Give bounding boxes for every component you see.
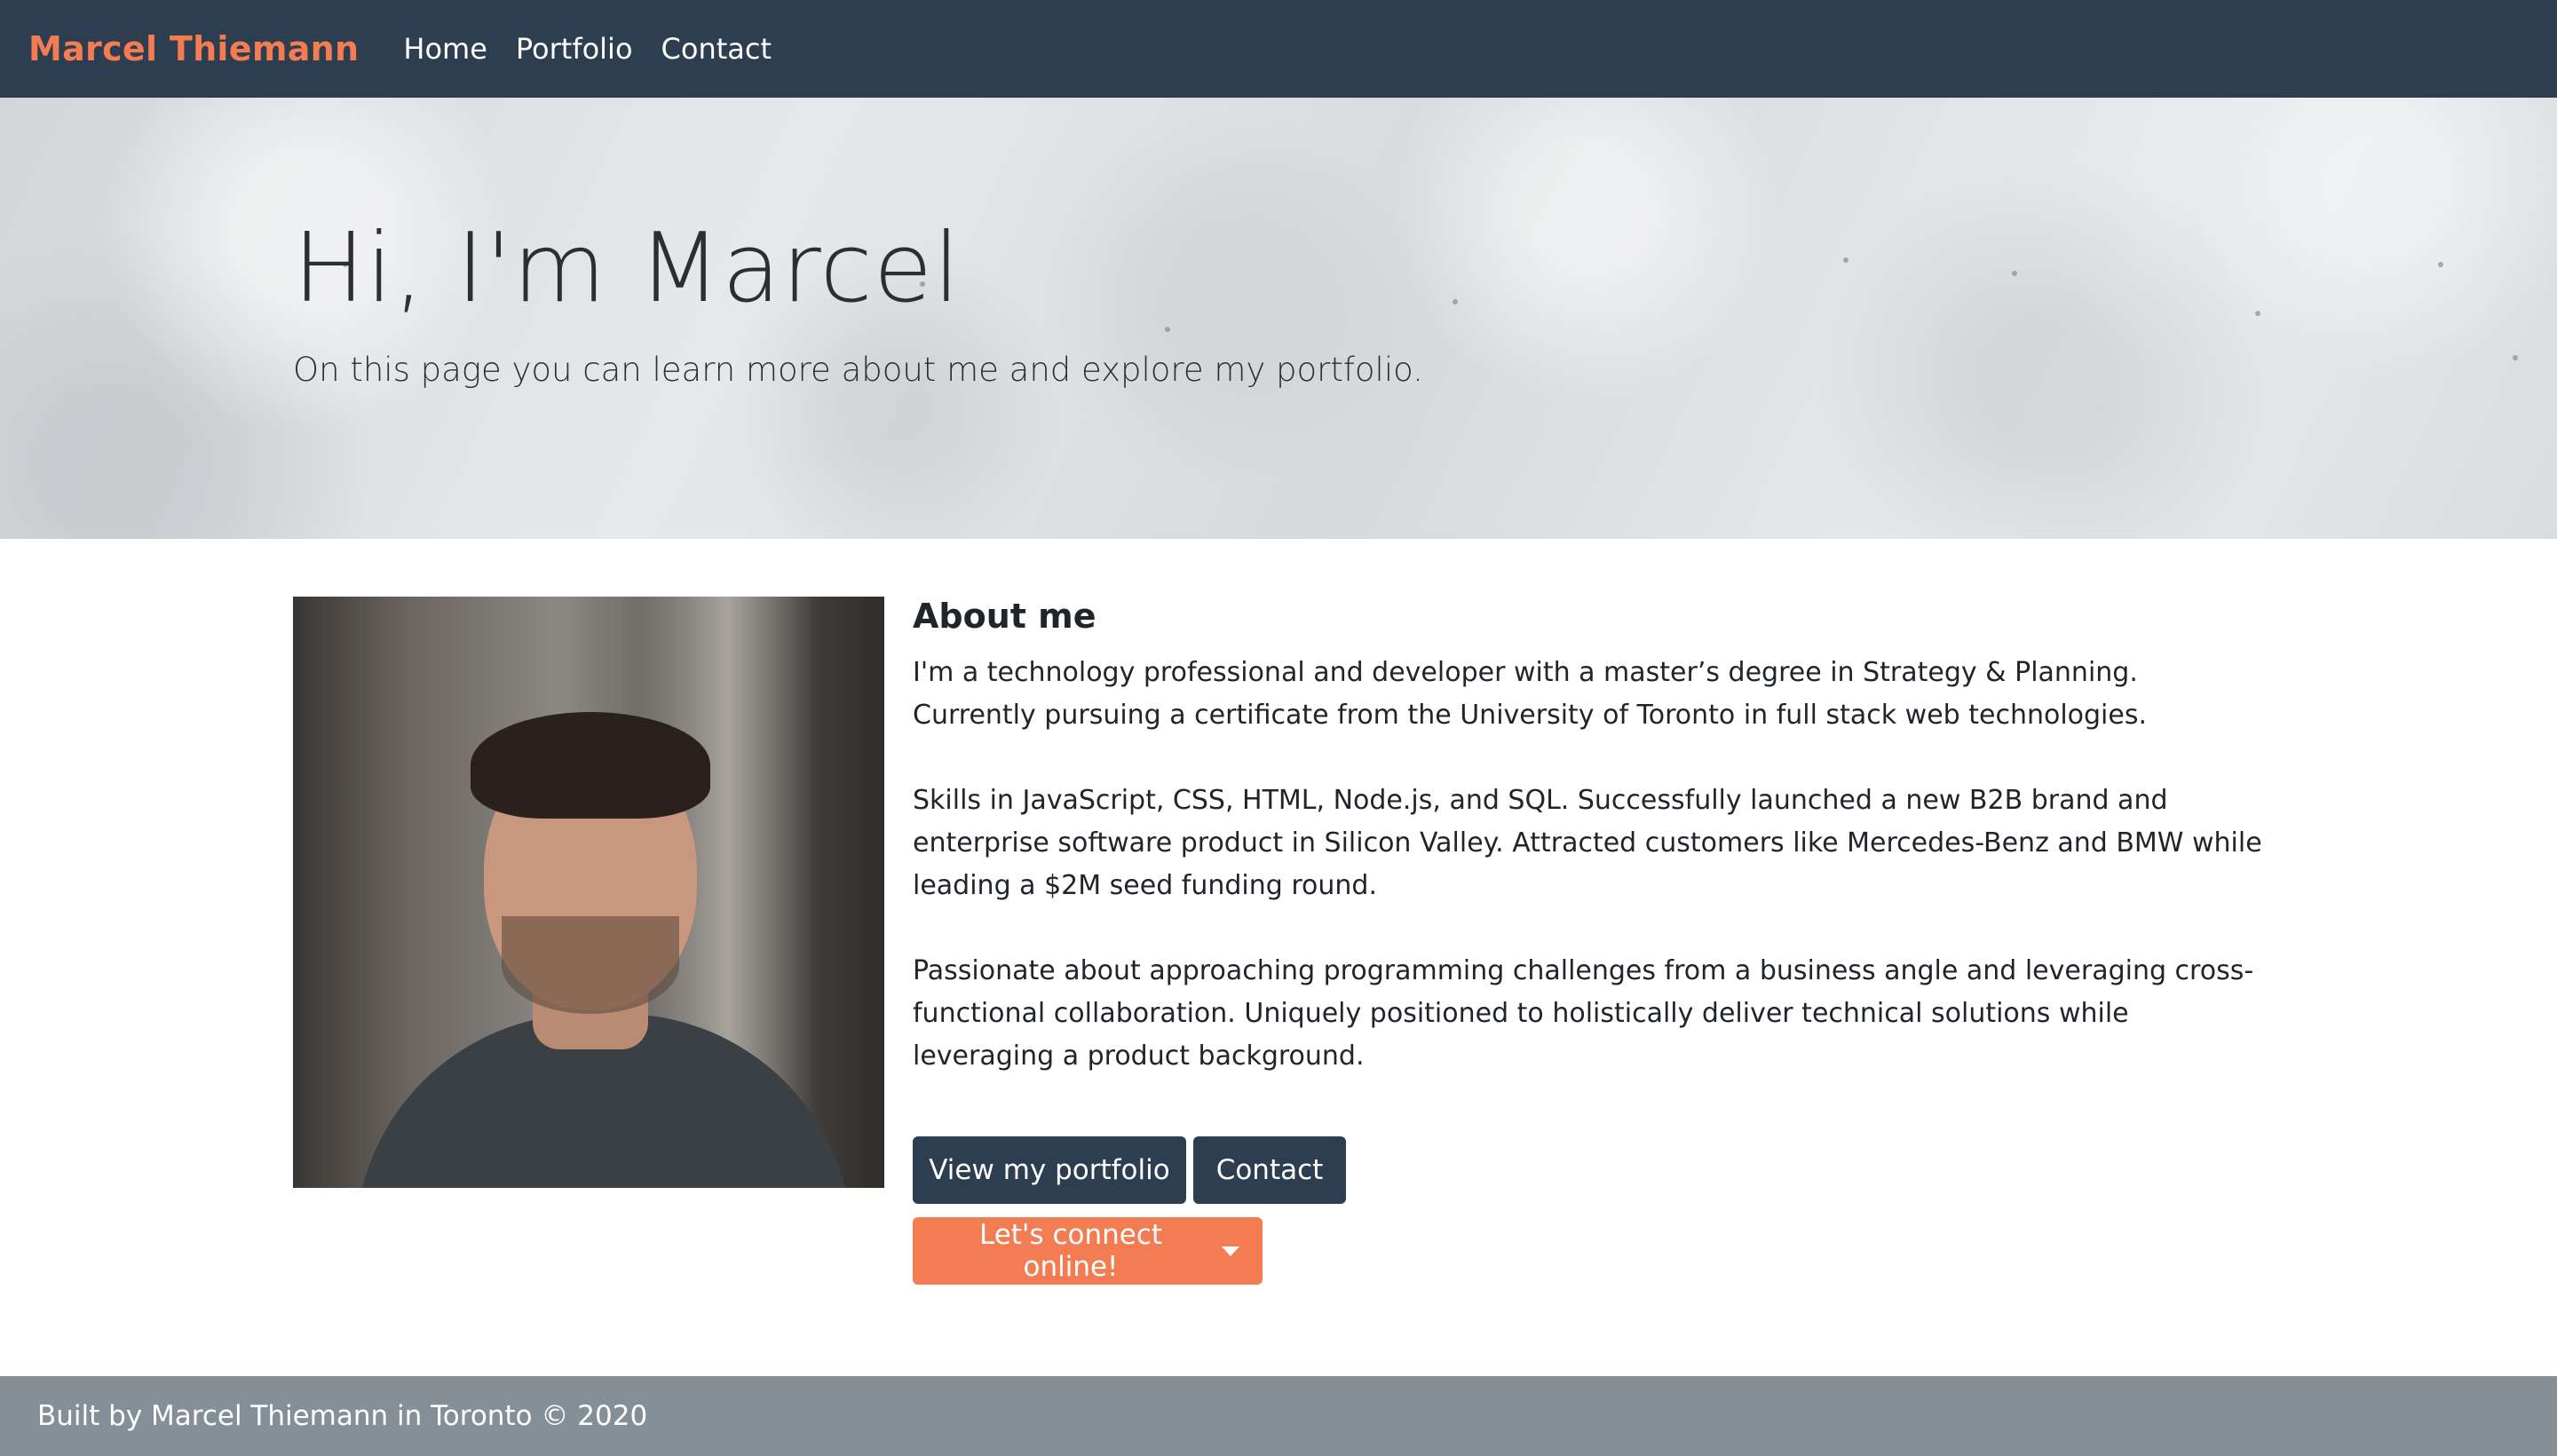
- profile-photo: [293, 597, 884, 1188]
- nav-link-portfolio[interactable]: Portfolio: [516, 32, 633, 66]
- caret-down-icon: [1222, 1246, 1239, 1256]
- texture-speck: [1165, 327, 1170, 332]
- hero-subtitle: On this page you can learn more about me…: [293, 351, 1423, 389]
- contact-button[interactable]: Contact: [1193, 1136, 1346, 1204]
- texture-speck: [2438, 262, 2443, 267]
- about-paragraph: I'm a technology professional and develo…: [913, 657, 2148, 731]
- about-heading: About me: [913, 597, 1096, 636]
- view-portfolio-button[interactable]: View my portfolio: [913, 1136, 1186, 1204]
- connect-online-label: Let's connect online!: [978, 1219, 1163, 1283]
- connect-online-dropdown[interactable]: Let's connect online!: [913, 1217, 1263, 1285]
- about-paragraph: Skills in JavaScript, CSS, HTML, Node.js…: [913, 785, 2262, 901]
- texture-speck: [2513, 355, 2518, 360]
- brand-link[interactable]: Marcel Thiemann: [28, 29, 359, 68]
- photo-beard: [502, 916, 679, 1014]
- photo-hair: [471, 712, 710, 819]
- page-footer: Built by Marcel Thiemann in Toronto © 20…: [0, 1376, 2557, 1456]
- hero-title: Hi, I'm Marcel: [293, 213, 962, 324]
- hero-banner: Hi, I'm Marcel On this page you can lear…: [0, 98, 2557, 539]
- texture-speck: [1843, 257, 1848, 263]
- texture-speck: [2012, 271, 2017, 276]
- top-navbar: Marcel Thiemann Home Portfolio Contact: [0, 0, 2557, 98]
- footer-text: Built by Marcel Thiemann in Toronto © 20…: [37, 1400, 648, 1432]
- about-paragraph: Passionate about approaching programming…: [913, 955, 2254, 1072]
- nav-link-home[interactable]: Home: [403, 32, 487, 66]
- nav-link-contact[interactable]: Contact: [661, 32, 772, 66]
- texture-speck: [2255, 311, 2260, 316]
- texture-speck: [1453, 299, 1458, 305]
